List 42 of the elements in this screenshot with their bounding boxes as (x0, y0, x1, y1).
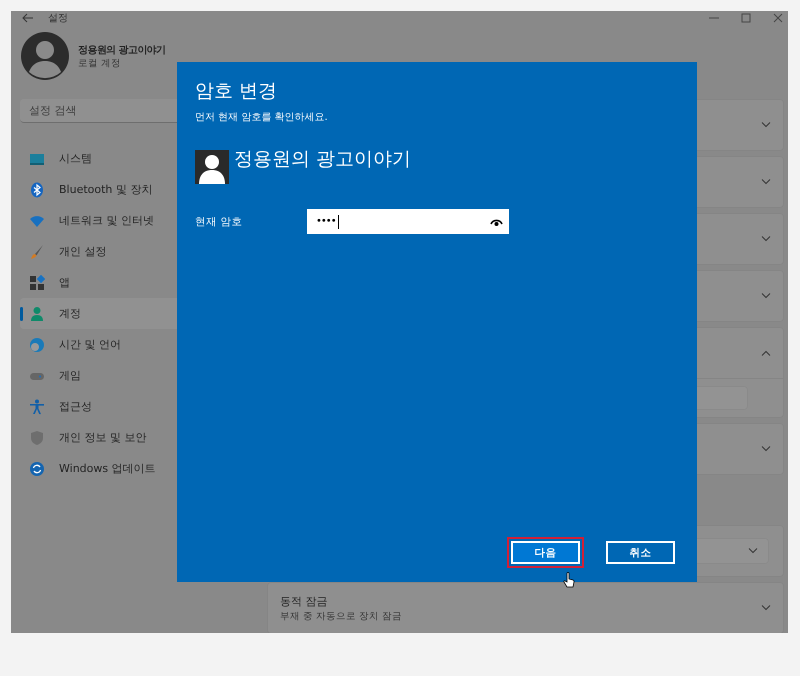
dialog-button[interactable]: 취소 (606, 541, 675, 564)
apps-icon (29, 274, 45, 290)
shield-icon (29, 430, 45, 446)
card-subtitle: 부재 중 자동으로 장치 잠금 (280, 610, 402, 622)
chevron-down-icon[interactable] (761, 605, 771, 611)
settings-card[interactable]: 동적 잠금 부재 중 자동으로 장치 잠금 (267, 582, 784, 633)
chevron-down-icon[interactable] (761, 236, 771, 242)
hand-cursor-icon (563, 572, 575, 588)
password-field[interactable]: •••• (307, 209, 509, 234)
update-icon (29, 460, 45, 476)
avatar-icon (21, 32, 69, 80)
close-icon[interactable] (772, 12, 784, 24)
user-name: 정용원의 광고이야기 (234, 147, 412, 172)
nav-item[interactable]: 접근성 (20, 391, 248, 422)
person-icon (29, 306, 45, 322)
access-icon (29, 398, 45, 414)
nav-item[interactable]: 개인 정보 및 보안 (20, 422, 248, 453)
chevron-down-icon[interactable] (761, 179, 771, 185)
nav-item[interactable]: Bluetooth 및 장치 (20, 174, 248, 205)
nav-item[interactable]: 앱 (20, 267, 248, 298)
account-name: 정용원의 광고이야기 (78, 44, 166, 56)
nav-item[interactable]: 개인 설정 (20, 236, 248, 267)
nav-item[interactable]: 시간 및 언어 (20, 329, 248, 360)
bluetooth-icon (29, 182, 45, 198)
dialog-button[interactable]: 다음 (511, 541, 580, 564)
globe-icon (29, 336, 45, 352)
chevron-down-icon[interactable] (761, 293, 771, 299)
maximize-icon[interactable] (740, 12, 752, 24)
chevron-down-icon[interactable] (761, 122, 771, 128)
window-title: 설정 (48, 12, 68, 25)
chevron-down-icon[interactable] (761, 446, 771, 452)
nav-item[interactable]: Windows 업데이트 (20, 453, 248, 484)
eye-icon[interactable] (490, 218, 503, 226)
back-arrow-icon[interactable] (22, 13, 34, 23)
nav-item[interactable]: 게임 (20, 360, 248, 391)
card-title: 동적 잠금 (280, 594, 328, 608)
field-label: 현재 암호 (195, 214, 244, 228)
brush-icon (29, 244, 45, 260)
chevron-down-icon[interactable] (748, 548, 758, 554)
account-type: 로컬 계정 (78, 56, 122, 70)
chevron-up-icon[interactable] (761, 350, 771, 356)
user-icon (195, 150, 229, 184)
